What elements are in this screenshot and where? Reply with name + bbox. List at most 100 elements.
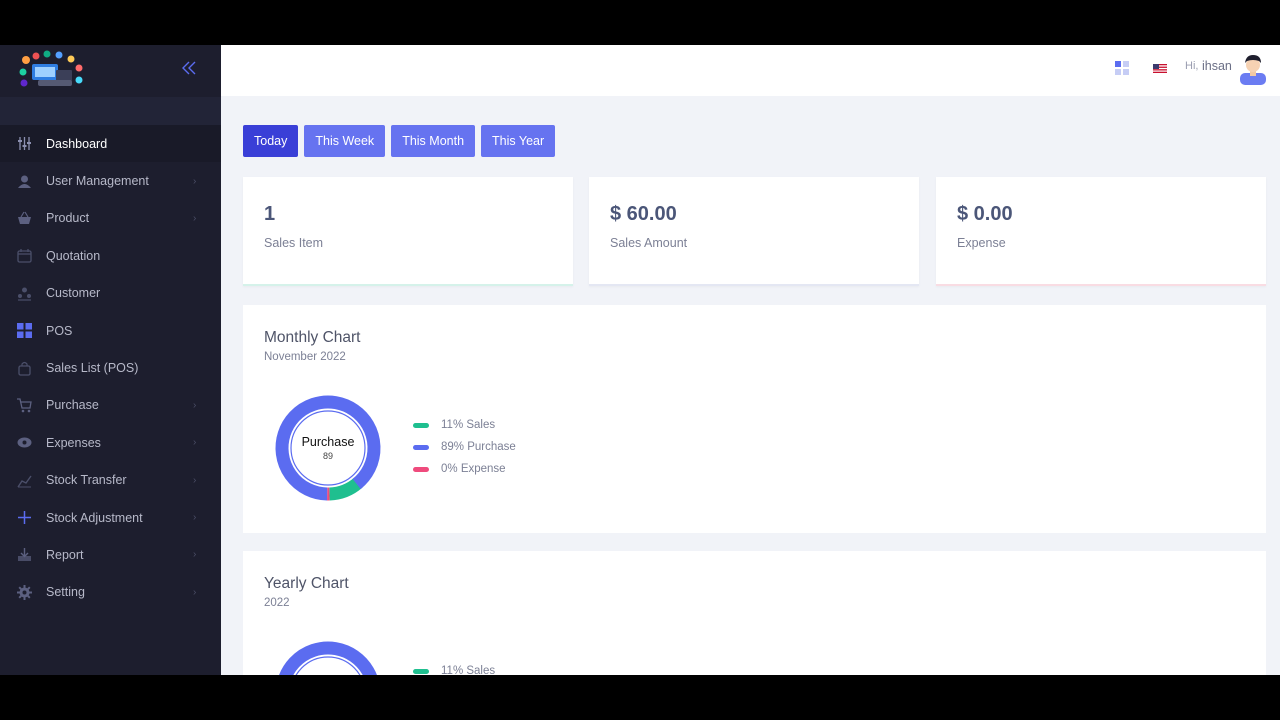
legend-swatch [413,466,429,472]
chevron-right-icon: › [193,175,197,187]
filter-this-week-button[interactable]: This Week [304,125,386,157]
filter-this-year-button[interactable]: This Year [481,125,556,157]
sidebar-item-expenses[interactable]: Expenses › [0,424,221,461]
monthly-donut-chart[interactable]: Purchase 89 [272,392,384,504]
stat-label: Expense [957,236,1006,250]
sidebar-item-label: Stock Transfer [46,473,127,488]
chevron-right-icon: › [193,586,197,598]
chart-title: Monthly Chart [264,329,361,346]
stat-accent-bar [243,284,573,286]
sidebar-spacer [0,97,221,125]
stat-accent-bar [936,284,1266,286]
legend-item[interactable]: 89% Purchase [413,436,516,458]
sidebar-item-label: Purchase [46,398,99,413]
stat-card-sales-item: 1 Sales Item [243,177,573,286]
monthly-chart-card: Monthly Chart November 2022 Purchase 89 1… [243,305,1266,533]
sidebar-item-label: Dashboard [46,136,108,151]
filter-this-month-button[interactable]: This Month [391,125,476,157]
plus-icon [17,510,32,525]
legend-label: 11% Sales [441,665,496,675]
chart-icon [17,473,32,488]
chart-title: Yearly Chart [264,575,349,592]
sidebar-item-label: Sales List (POS) [46,361,139,376]
sidebar-item-customer[interactable]: Customer [0,275,221,312]
chevron-right-icon: › [193,512,197,524]
avatar[interactable] [1236,53,1270,85]
app-window: Dashboard User Management › Product › Quotati… [0,45,1280,675]
money-icon [17,435,32,450]
donut-center-label: Purchase [302,435,355,449]
sidebar-item-label: POS [46,323,73,338]
sidebar-item-pos[interactable]: POS [0,312,221,349]
download-icon [17,547,32,562]
donut-center-value: 89 [323,451,333,461]
sidebar-item-label: Customer [46,286,101,301]
legend-label: 11% Sales [441,419,496,431]
pos-grid-icon [17,323,32,339]
yearly-legend: 11% Sales89% Purchase0% Expense [413,660,516,675]
chevron-right-icon: › [193,549,197,561]
legend-item[interactable]: 0% Expense [413,458,516,480]
sidebar-item-stock-adjustment[interactable]: Stock Adjustment › [0,499,221,536]
stat-value: 1 [264,203,276,225]
yearly-donut-chart[interactable] [272,638,384,675]
username[interactable]: ihsan [1202,59,1232,73]
chevron-right-icon: › [193,474,197,486]
sidebar-item-stock-transfer[interactable]: Stock Transfer › [0,462,221,499]
brand [0,45,221,97]
sidebar-item-label: Product [46,211,90,226]
sidebar-item-label: User Management [46,174,149,189]
sidebar-nav: Dashboard User Management › Product › Quotati… [0,125,221,611]
main-content: Today This Week This Month This Year 1 Sales… [221,96,1280,675]
stat-label: Sales Item [264,236,324,250]
chart-subtitle: November 2022 [264,351,346,363]
sidebar-item-product[interactable]: Product › [0,200,221,237]
legend-swatch [413,444,429,450]
legend-item[interactable]: 11% Sales [413,414,516,436]
sidebar-item-label: Stock Adjustment [46,510,143,525]
sidebar-item-sales-list-pos[interactable]: Sales List (POS) [0,349,221,386]
sidebar-item-label: Quotation [46,248,101,263]
chevron-right-icon: › [193,212,197,224]
chart-subtitle: 2022 [264,597,290,609]
yearly-chart-card: Yearly Chart 2022 11% Sales89% Purchase0… [243,551,1266,675]
apps-grid-icon[interactable] [1115,61,1129,75]
legend-label: 89% Purchase [441,441,516,453]
calendar-icon [17,248,32,264]
us-flag-icon[interactable] [1153,64,1167,73]
stat-value: $ 0.00 [957,203,1013,225]
cart-icon [17,398,32,413]
legend-swatch [413,422,429,428]
sliders-icon [17,136,32,151]
top-header: Hi, ihsan [221,45,1280,96]
user-icon [17,174,32,189]
sidebar-item-quotation[interactable]: Quotation [0,237,221,274]
stat-value: $ 60.00 [610,203,677,225]
sidebar-item-report[interactable]: Report › [0,536,221,573]
legend-label: 0% Expense [441,463,506,475]
stat-accent-bar [589,284,919,286]
sidebar-item-dashboard[interactable]: Dashboard [0,125,221,163]
chevron-right-icon: › [193,437,197,449]
sidebar-item-user-management[interactable]: User Management › [0,162,221,199]
date-filter-group: Today This Week This Month This Year [243,125,556,157]
chevron-right-icon: › [193,399,197,411]
sidebar-item-label: Report [46,547,84,562]
sidebar-item-setting[interactable]: Setting › [0,574,221,611]
sidebar-item-label: Setting [46,585,85,600]
gear-icon [17,584,32,600]
stat-card-sales-amount: $ 60.00 Sales Amount [589,177,919,286]
legend-swatch [413,668,429,674]
legend-item[interactable]: 11% Sales [413,660,516,675]
sidebar: Dashboard User Management › Product › Quotati… [0,45,221,675]
basket-icon [17,211,32,226]
bag-icon [17,361,32,376]
sidebar-item-purchase[interactable]: Purchase › [0,387,221,424]
monthly-legend: 11% Sales 89% Purchase 0% Expense [413,414,516,480]
collapse-sidebar-icon[interactable] [181,61,197,75]
stat-label: Sales Amount [610,236,688,250]
sidebar-item-label: Expenses [46,435,101,450]
filter-today-button[interactable]: Today [243,125,299,157]
stat-card-expense: $ 0.00 Expense [936,177,1266,286]
customers-icon [17,286,32,301]
